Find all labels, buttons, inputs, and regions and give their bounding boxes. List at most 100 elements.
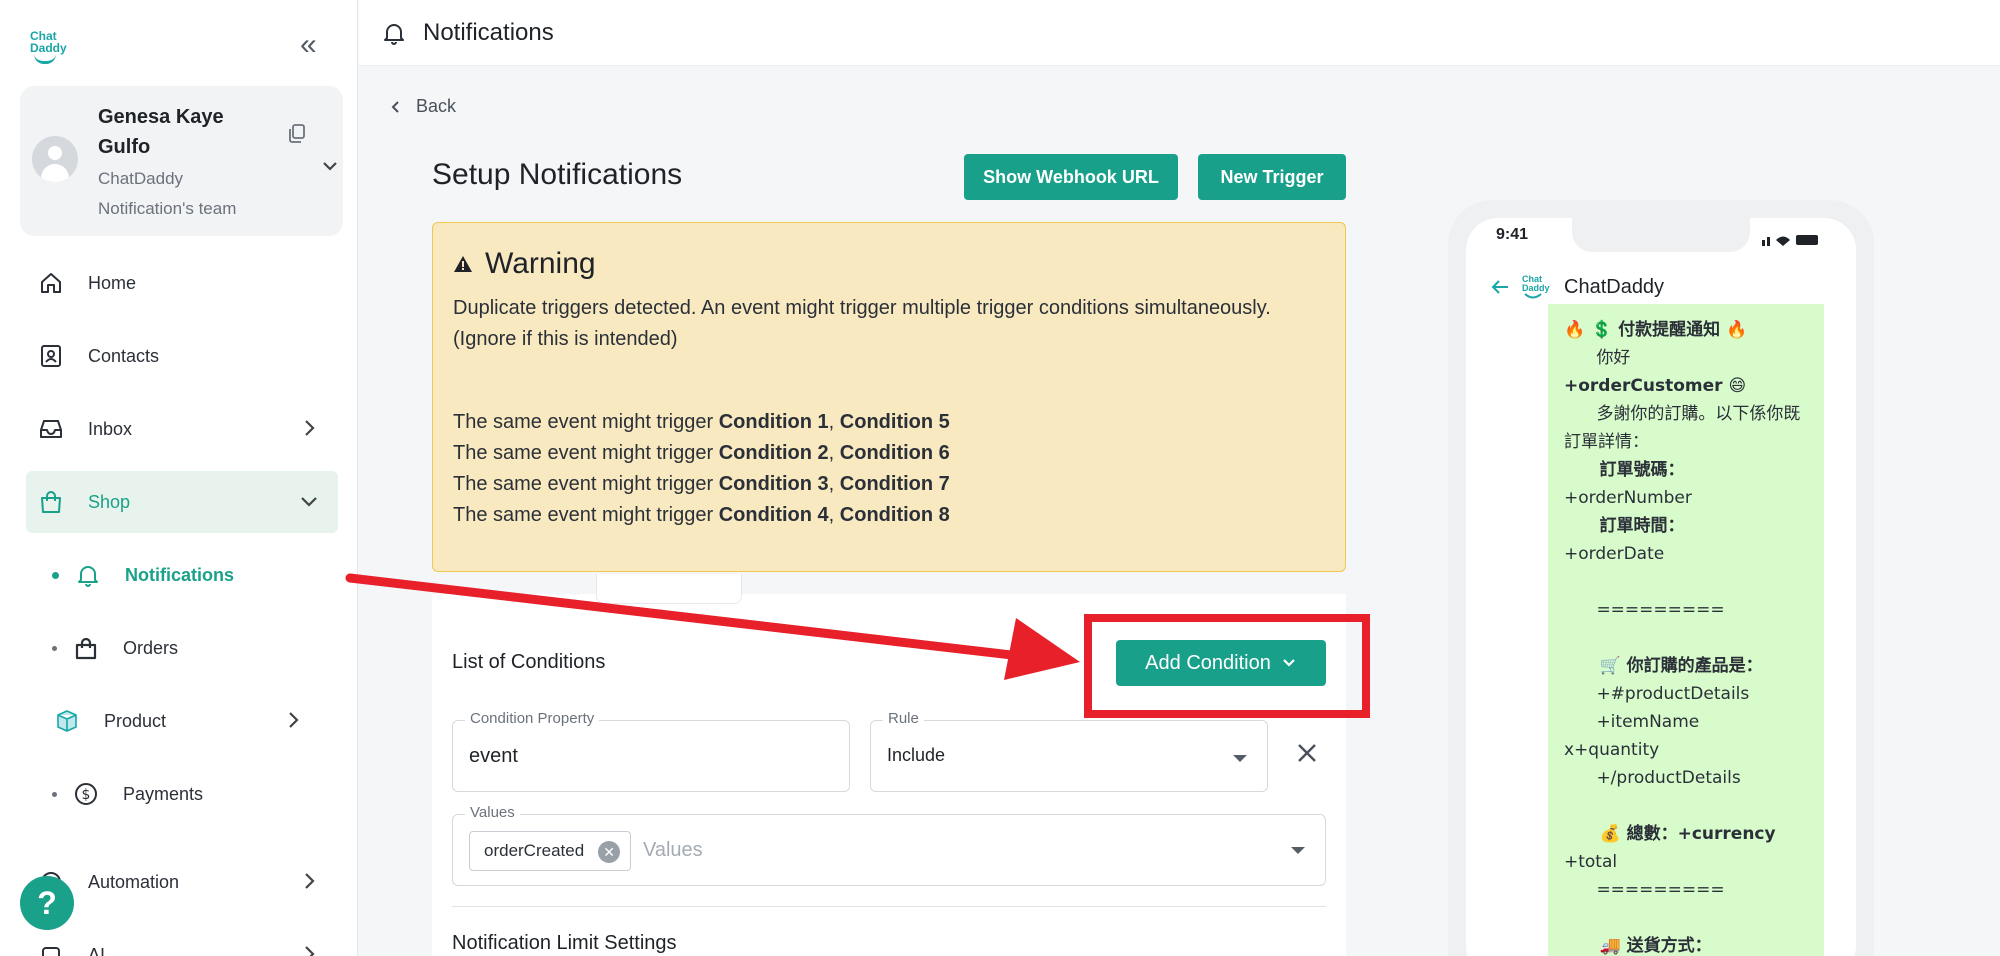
setup-title: Setup Notifications	[432, 158, 683, 191]
warning-body: Duplicate triggers detected. An event mi…	[453, 293, 1313, 355]
message-line: +orderDate	[1564, 544, 1665, 564]
dropdown-caret-icon	[1291, 847, 1305, 854]
phone-notch	[1572, 218, 1750, 252]
warning-pair: The same event might trigger Condition 1…	[453, 411, 950, 433]
home-icon	[41, 273, 61, 293]
help-button[interactable]: ?	[20, 876, 74, 930]
warning-header: Warning	[453, 247, 596, 281]
sidebar-label: Shop	[88, 491, 131, 512]
dollar-circle-icon: $	[75, 783, 97, 805]
chevron-right-icon	[305, 873, 315, 889]
sidebar-item-shop[interactable]: Shop	[26, 471, 338, 533]
annotation-arrow	[345, 573, 1080, 680]
condition-property-field[interactable]: Condition Property event	[452, 710, 850, 792]
sidebar-label: Orders	[123, 637, 179, 658]
shopping-bag-icon	[41, 491, 61, 513]
sidebar-label: Product	[104, 710, 167, 731]
chevron-right-icon	[305, 946, 315, 956]
back-arrow-icon[interactable]	[1490, 279, 1510, 295]
orders-bag-icon	[75, 637, 97, 660]
warning-pairs: The same event might trigger Condition 1…	[453, 407, 950, 531]
message-line: =========	[1564, 600, 1725, 620]
values-multiselect[interactable]: Values orderCreated ✕ Values	[452, 804, 1326, 886]
sidebar-item-home[interactable]: Home	[26, 252, 338, 314]
copy-icon[interactable]	[286, 122, 308, 144]
sidebar-label: Payments	[123, 783, 204, 804]
bullet-dot	[52, 571, 59, 579]
svg-text:Daddy: Daddy	[1522, 283, 1550, 293]
status-bar-icons	[1762, 235, 1818, 246]
field-label: Values	[465, 804, 520, 821]
field-label: Condition Property	[465, 710, 600, 727]
sidebar-label: Contacts	[88, 345, 160, 366]
page-title: Notifications	[423, 18, 554, 46]
rule-select[interactable]: Rule Include	[870, 710, 1268, 792]
chat-name: ChatDaddy	[1564, 275, 1665, 298]
app-root: Chat Daddy « Genesa Kaye Gulfo ChatDaddy…	[0, 0, 2000, 956]
message-line: x+quantity	[1564, 740, 1660, 760]
remove-condition-icon[interactable]	[1292, 738, 1322, 768]
chip-remove-icon[interactable]: ✕	[598, 841, 621, 863]
message-line: 💰 總數：+currency	[1564, 824, 1776, 844]
message-line	[1564, 904, 1814, 932]
profile-org: ChatDaddy Notification's team	[98, 169, 237, 218]
chatdaddy-logo[interactable]: Chat Daddy	[28, 28, 70, 64]
chevron-down-icon	[301, 497, 317, 507]
chat-header: Chat Daddy ChatDaddy	[1490, 272, 1664, 302]
profile-name: Genesa Kaye Gulfo	[98, 106, 224, 158]
highlight-box	[1084, 614, 1370, 718]
sidebar-label: Notifications	[125, 564, 235, 585]
bell-icon	[384, 23, 404, 45]
warning-pair: The same event might trigger Condition 2…	[453, 442, 950, 464]
sidebar-label: Automation	[88, 871, 180, 892]
sidebar-item-orders[interactable]: Orders	[44, 623, 334, 673]
sidebar: Chat Daddy « Genesa Kaye Gulfo ChatDaddy…	[0, 0, 358, 956]
sidebar-item-contacts[interactable]: Contacts	[26, 325, 338, 387]
dropdown-caret-icon	[1233, 755, 1247, 762]
field-label: Rule	[883, 710, 924, 727]
sidebar-item-ai[interactable]: AI	[26, 924, 338, 956]
message-line: 多謝你的訂購。以下係你既訂單詳情：	[1564, 404, 1801, 452]
message-line: 訂單時間：	[1564, 516, 1685, 536]
sidebar-label: AI	[88, 944, 106, 956]
field-value: event	[469, 745, 518, 767]
sidebar-item-inbox[interactable]: Inbox	[26, 398, 338, 460]
new-trigger-button[interactable]: New Trigger	[1198, 154, 1346, 200]
collapse-sidebar-icon[interactable]: «	[300, 30, 317, 60]
message-line: +orderCustomer 😄	[1564, 376, 1747, 396]
message-line: +orderNumber	[1564, 488, 1692, 508]
message-line: +/productDetails	[1564, 768, 1741, 788]
chevron-right-icon	[289, 712, 299, 728]
warning-line-2: (Ignore if this is intended)	[453, 328, 678, 350]
message-line: 🔥 💲 付款提醒通知 🔥	[1564, 320, 1748, 340]
message-line	[1564, 624, 1814, 652]
message-line: 🚚 送貨方式：	[1564, 936, 1712, 956]
sidebar-label: Inbox	[88, 418, 133, 439]
top-bar: Notifications	[359, 0, 2000, 66]
message-line: +#productDetails	[1564, 684, 1750, 704]
field-value: Include	[887, 745, 946, 765]
warning-title: Warning	[485, 247, 596, 280]
back-link[interactable]: Back	[390, 96, 456, 117]
show-webhook-url-button[interactable]: Show Webhook URL	[964, 154, 1178, 200]
bell-icon	[78, 566, 98, 587]
chip-label: orderCreated	[484, 841, 585, 860]
divider	[452, 906, 1326, 907]
chevron-left-icon	[391, 100, 399, 113]
sidebar-item-payments[interactable]: $ Payments	[44, 769, 334, 819]
ai-icon	[42, 947, 60, 956]
message-line: +itemName	[1564, 712, 1700, 732]
sidebar-item-product[interactable]: Product	[26, 690, 338, 752]
bullet-dot	[52, 645, 57, 651]
warning-pair: The same event might trigger Condition 4…	[453, 504, 950, 526]
chevron-down-icon[interactable]	[320, 156, 340, 176]
sidebar-item-notifications[interactable]: Notifications	[44, 550, 334, 600]
chevron-right-icon	[305, 420, 315, 436]
back-label: Back	[416, 96, 457, 116]
phone-time: 9:41	[1496, 226, 1529, 243]
value-chip[interactable]: orderCreated ✕	[469, 831, 632, 871]
values-placeholder: Values	[643, 839, 703, 861]
product-box-icon	[57, 710, 77, 732]
profile-card[interactable]: Genesa Kaye Gulfo ChatDaddy Notification…	[20, 86, 343, 236]
avatar	[32, 136, 78, 182]
